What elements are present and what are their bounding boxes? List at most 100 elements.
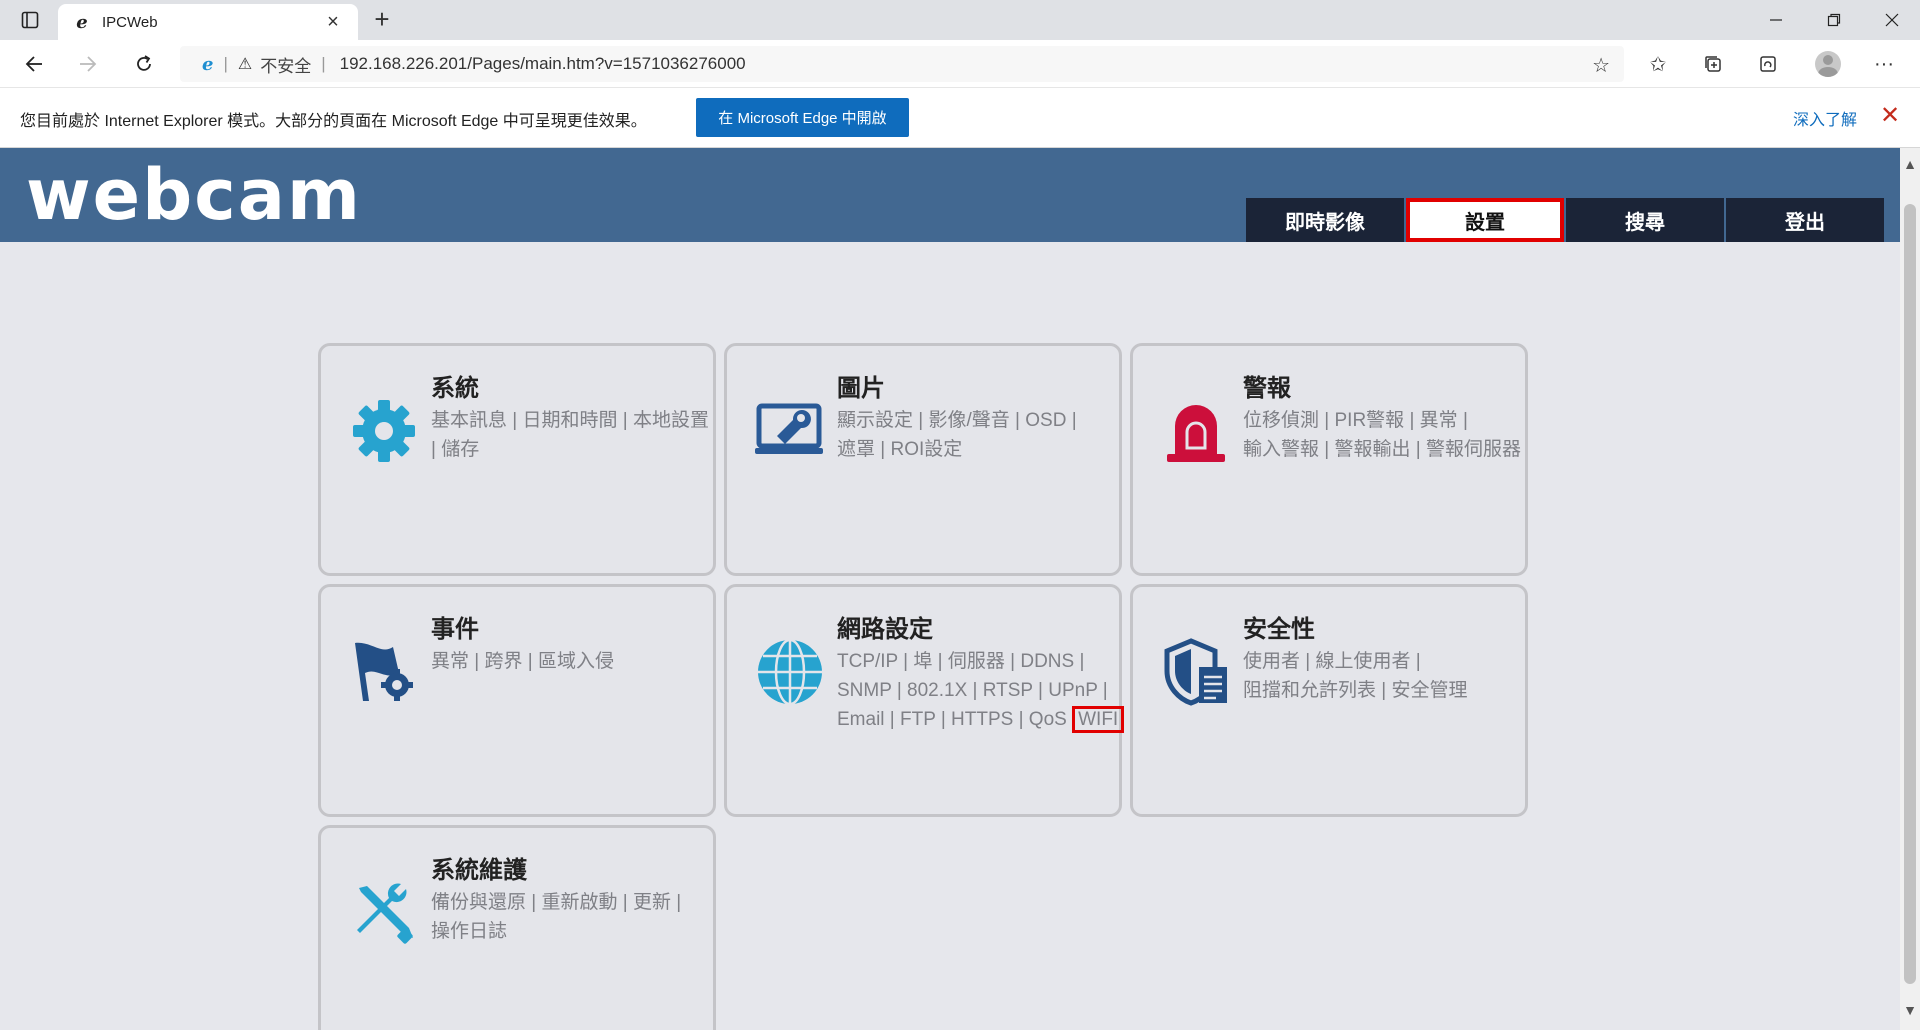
card-links-line[interactable]: 基本訊息 | 日期和時間 | 本地設置 [431,406,709,435]
card-links-segment[interactable]: Email | FTP | HTTPS | QoS [837,709,1067,730]
card-links-line[interactable]: 位移偵測 | PIR警報 | 異常 | [1243,406,1527,435]
minimize-icon [1770,19,1782,21]
more-icon: ··· [1874,52,1894,75]
wifi-link[interactable]: WIFI [1072,706,1125,733]
card-links-line[interactable]: | 儲存 [431,435,709,464]
card-alarm[interactable]: 警報 位移偵測 | PIR警報 | 異常 | 輸入警報 | 警報輸出 | 警報伺… [1130,343,1528,576]
address-separator: | [321,54,326,73]
card-security[interactable]: 安全性 使用者 | 線上使用者 | 阻擋和允許列表 | 安全管理 [1130,584,1528,817]
window-close-button[interactable] [1864,0,1920,40]
menu-logout[interactable]: 登出 [1726,198,1884,242]
infobar-message: 您目前處於 Internet Explorer 模式。大部分的頁面在 Micro… [20,113,647,130]
address-bar[interactable]: e | ⚠ 不安全 | 192.168.226.201/Pages/main.h… [180,46,1624,82]
card-links-line[interactable]: 阻擋和允許列表 | 安全管理 [1243,676,1521,705]
tab-close-icon[interactable]: × [322,11,344,34]
card-network[interactable]: 網路設定 TCP/IP | 埠 | 伺服器 | DDNS | SNMP | 80… [724,584,1125,817]
security-status[interactable]: 不安全 [260,52,311,77]
monitor-wrench-icon [755,403,823,454]
warning-icon: ⚠ [237,56,253,73]
ie-reload-button[interactable] [1752,48,1784,80]
menu-live-view[interactable]: 即時影像 [1246,198,1404,242]
browser-tab[interactable]: e IPCWeb × [58,4,358,40]
shield-document-icon [1164,638,1227,706]
card-title: 警報 [1243,375,1291,402]
card-event[interactable]: 事件 異常 | 跨界 | 區域入侵 [318,584,716,817]
page-scrollbar[interactable]: ▲ ▼ [1900,148,1920,1030]
collections-button[interactable] [1697,48,1729,80]
menu-search[interactable]: 搜尋 [1566,198,1724,242]
tab-title: IPCWeb [102,13,158,31]
restore-icon [1827,13,1841,27]
card-links-line[interactable]: 操作日誌 [431,917,709,946]
card-title: 系統 [431,375,479,402]
card-title: 系統維護 [431,857,527,884]
web-page: webcam 即時影像 設置 搜尋 登出 系統 基本訊息 | 日期和時間 | 本… [0,148,1900,1030]
card-title: 安全性 [1243,616,1315,643]
close-infobar-icon[interactable]: ✕ [1876,102,1904,130]
new-tab-button[interactable]: + [368,6,396,34]
card-links-line[interactable]: 備份與還原 | 重新啟動 | 更新 | [431,888,709,917]
favorites-icon: ✩ [1649,53,1667,76]
tools-icon [357,883,413,944]
scroll-down-icon[interactable]: ▼ [1900,1000,1920,1020]
card-title: 網路設定 [837,616,933,643]
main-menu: 即時影像 設置 搜尋 登出 [1246,198,1886,242]
ie-mode-infobar: 您目前處於 Internet Explorer 模式。大部分的頁面在 Micro… [0,88,1920,148]
settings-more-button[interactable]: ··· [1868,48,1900,80]
add-favorite-icon[interactable]: ☆ [1592,53,1610,78]
forward-arrow-icon [80,56,97,72]
alarm-light-icon [1167,405,1225,462]
ie-mode-icon[interactable]: e [202,54,213,75]
tab-actions-button[interactable] [12,8,48,32]
card-image[interactable]: 圖片 顯示設定 | 影像/聲音 | OSD | 遮罩 | ROI設定 [724,343,1122,576]
card-links-line[interactable]: TCP/IP | 埠 | 伺服器 | DDNS | [837,647,1115,676]
restore-button[interactable] [1806,0,1862,40]
scroll-up-icon[interactable]: ▲ [1900,154,1920,174]
learn-more-link[interactable]: 深入了解 [1793,106,1857,130]
card-description: 使用者 | 線上使用者 | 阻擋和允許列表 | 安全管理 [1243,647,1521,705]
site-header: webcam 即時影像 設置 搜尋 登出 [0,148,1900,242]
globe-icon [758,638,822,706]
tab-actions-icon [21,11,39,29]
scrollbar-thumb[interactable] [1904,204,1916,984]
collections-icon [1705,56,1721,72]
card-description: 基本訊息 | 日期和時間 | 本地設置 | 儲存 [431,406,709,464]
card-links-line[interactable]: 異常 | 跨界 | 區域入侵 [431,647,709,676]
card-maintenance[interactable]: 系統維護 備份與還原 | 重新啟動 | 更新 | 操作日誌 [318,825,716,1030]
card-links-line[interactable]: 使用者 | 線上使用者 | [1243,647,1521,676]
url-text[interactable]: 192.168.226.201/Pages/main.htm?v=1571036… [340,54,746,74]
gear-icon [353,400,415,462]
forward-button[interactable] [72,48,104,80]
card-links-line[interactable]: 顯示設定 | 影像/聲音 | OSD | [837,406,1115,435]
card-links-line[interactable]: 遮罩 | ROI設定 [837,435,1115,464]
card-system[interactable]: 系統 基本訊息 | 日期和時間 | 本地設置 | 儲存 [318,343,716,576]
card-links-line: Email | FTP | HTTPS | QoS WIFI [837,705,1125,734]
card-description: 位移偵測 | PIR警報 | 異常 | 輸入警報 | 警報輸出 | 警報伺服器 [1243,406,1527,464]
profile-button[interactable] [1812,48,1844,80]
card-links-line[interactable]: 輸入警報 | 警報輸出 | 警報伺服器 [1243,435,1527,464]
card-description: 備份與還原 | 重新啟動 | 更新 | 操作日誌 [431,888,709,946]
browser-toolbar: e | ⚠ 不安全 | 192.168.226.201/Pages/main.h… [0,40,1920,88]
back-arrow-icon [25,56,42,72]
card-title: 圖片 [837,375,885,402]
refresh-button[interactable] [128,48,160,80]
ie-mode-page-icon [1760,56,1776,72]
avatar [1815,51,1841,77]
refresh-icon [137,55,151,71]
favorites-button[interactable]: ✩ [1642,48,1674,80]
window-close-icon [1885,13,1899,27]
ie-favicon-icon: e [76,11,88,33]
back-button[interactable] [18,48,50,80]
open-in-edge-button[interactable]: 在 Microsoft Edge 中開啟 [696,98,909,137]
webcam-logo: webcam [26,154,362,236]
flag-gear-icon [355,642,413,701]
card-description: TCP/IP | 埠 | 伺服器 | DDNS | SNMP | 802.1X … [837,647,1125,734]
address-separator: | [223,54,228,73]
menu-settings[interactable]: 設置 [1406,198,1564,242]
minimize-button[interactable] [1748,0,1804,40]
browser-tab-strip: e IPCWeb × + [0,0,1920,40]
card-links-line[interactable]: SNMP | 802.1X | RTSP | UPnP | [837,676,1115,705]
card-description: 顯示設定 | 影像/聲音 | OSD | 遮罩 | ROI設定 [837,406,1115,464]
card-description: 異常 | 跨界 | 區域入侵 [431,647,709,676]
card-title: 事件 [431,616,479,643]
